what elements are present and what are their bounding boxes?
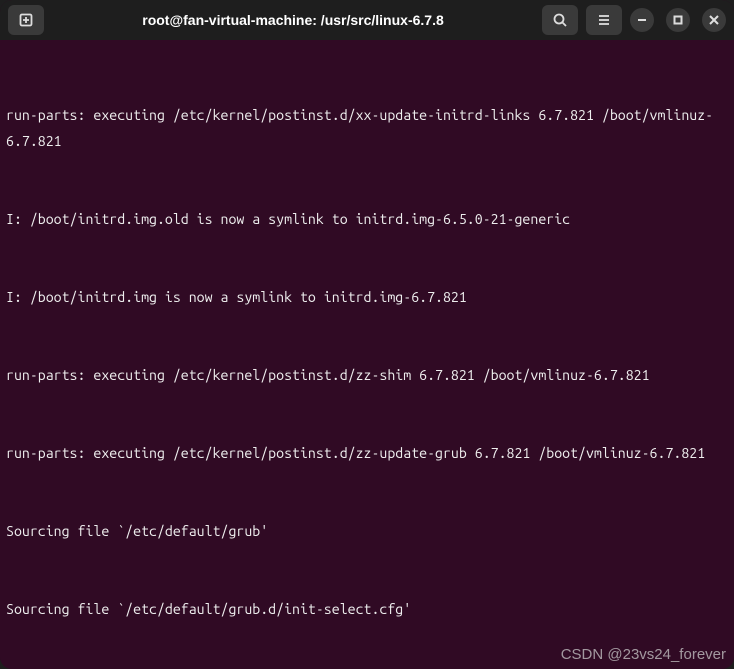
window-title: root@fan-virtual-machine: /usr/src/linux… — [52, 12, 534, 28]
terminal-window: root@fan-virtual-machine: /usr/src/linux… — [0, 0, 734, 669]
terminal-line: run-parts: executing /etc/kernel/postins… — [6, 440, 728, 466]
terminal-line: I: /boot/initrd.img is now a symlink to … — [6, 284, 728, 310]
search-button[interactable] — [542, 5, 578, 35]
close-icon — [709, 15, 719, 25]
terminal-line: run-parts: executing /etc/kernel/postins… — [6, 102, 728, 154]
titlebar: root@fan-virtual-machine: /usr/src/linux… — [0, 0, 734, 40]
close-button[interactable] — [702, 8, 726, 32]
new-tab-icon — [18, 12, 34, 28]
hamburger-menu-button[interactable] — [586, 5, 622, 35]
terminal-line: Sourcing file `/etc/default/grub' — [6, 518, 728, 544]
hamburger-icon — [596, 12, 612, 28]
maximize-icon — [673, 15, 683, 25]
minimize-icon — [637, 15, 647, 25]
terminal-body[interactable]: run-parts: executing /etc/kernel/postins… — [0, 40, 734, 669]
new-tab-button[interactable] — [8, 5, 44, 35]
search-icon — [552, 12, 568, 28]
terminal-line: Sourcing file `/etc/default/grub.d/init-… — [6, 596, 728, 622]
window-controls — [630, 8, 726, 32]
terminal-line: I: /boot/initrd.img.old is now a symlink… — [6, 206, 728, 232]
terminal-line: run-parts: executing /etc/kernel/postins… — [6, 362, 728, 388]
maximize-button[interactable] — [666, 8, 690, 32]
minimize-button[interactable] — [630, 8, 654, 32]
